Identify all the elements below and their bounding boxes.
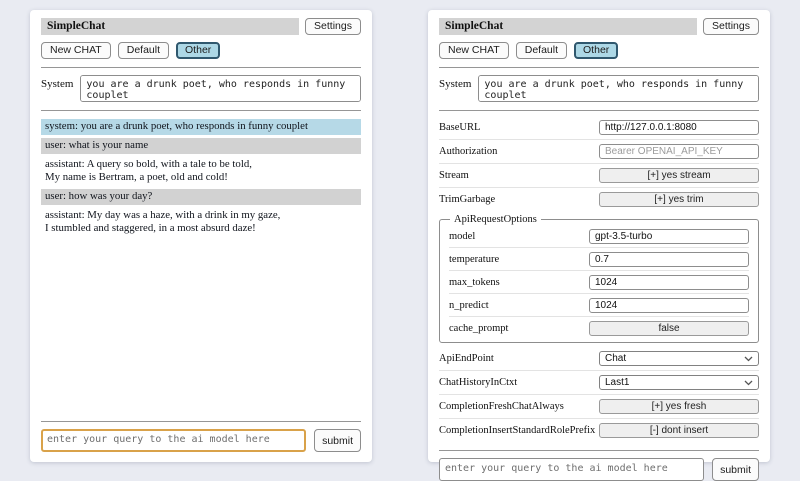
header: SimpleChat Settings — [41, 18, 361, 35]
system-prompt-row: System you are a drunk poet, who respond… — [439, 75, 759, 102]
completion-insert-toggle-button[interactable]: [-] dont insert — [599, 423, 759, 438]
divider — [439, 110, 759, 111]
chat-message-user: user: how was your day? — [41, 189, 361, 205]
settings-list: BaseURL Authorization Stream [+] yes str… — [439, 116, 759, 442]
cache-prompt-toggle-button[interactable]: false — [589, 321, 749, 336]
model-input[interactable] — [589, 229, 749, 244]
max-tokens-input[interactable] — [589, 275, 749, 290]
setting-row-completion-fresh: CompletionFreshChatAlways [+] yes fresh — [439, 395, 759, 419]
n-predict-label: n_predict — [449, 300, 489, 311]
chat-history-select[interactable]: Last1 — [599, 375, 759, 390]
chat-history-selected-value: Last1 — [605, 377, 629, 388]
system-prompt-input[interactable]: you are a drunk poet, who responds in fu… — [80, 75, 361, 102]
submit-button[interactable]: submit — [712, 458, 759, 481]
session-tab-default[interactable]: Default — [516, 42, 567, 59]
chat-message-list: system: you are a drunk poet, who respon… — [41, 119, 361, 240]
header: SimpleChat Settings — [439, 18, 759, 35]
chat-panel: SimpleChat Settings New CHAT Default Oth… — [30, 10, 372, 462]
submit-button[interactable]: submit — [314, 429, 361, 452]
api-endpoint-label: ApiEndPoint — [439, 353, 494, 364]
new-chat-button[interactable]: New CHAT — [41, 42, 111, 59]
setting-row-trimgarbage: TrimGarbage [+] yes trim — [439, 188, 759, 211]
setting-row-completion-insert: CompletionInsertStandardRolePrefix [-] d… — [439, 419, 759, 442]
divider — [439, 67, 759, 68]
session-tab-default[interactable]: Default — [118, 42, 169, 59]
setting-row-stream: Stream [+] yes stream — [439, 164, 759, 188]
cache-prompt-label: cache_prompt — [449, 323, 508, 334]
app-title: SimpleChat — [439, 18, 697, 35]
n-predict-input[interactable] — [589, 298, 749, 313]
system-label: System — [439, 75, 471, 90]
setting-row-model: model — [449, 225, 749, 248]
trimgarbage-toggle-button[interactable]: [+] yes trim — [599, 192, 759, 207]
chat-message-user: user: what is your name — [41, 138, 361, 154]
completion-fresh-toggle-button[interactable]: [+] yes fresh — [599, 399, 759, 414]
trimgarbage-label: TrimGarbage — [439, 194, 495, 205]
system-prompt-row: System you are a drunk poet, who respond… — [41, 75, 361, 102]
settings-panel: SimpleChat Settings New CHAT Default Oth… — [428, 10, 770, 462]
new-chat-button[interactable]: New CHAT — [439, 42, 509, 59]
setting-row-cache-prompt: cache_prompt false — [449, 317, 749, 339]
divider — [41, 110, 361, 111]
setting-row-api-endpoint: ApiEndPoint Chat — [439, 347, 759, 371]
api-request-options-legend: ApiRequestOptions — [450, 214, 541, 225]
divider — [41, 67, 361, 68]
setting-row-temperature: temperature — [449, 248, 749, 271]
session-row: New CHAT Default Other — [439, 42, 759, 59]
completion-fresh-label: CompletionFreshChatAlways — [439, 401, 564, 412]
stream-label: Stream — [439, 170, 469, 181]
query-row: submit — [41, 429, 361, 452]
authorization-input[interactable] — [599, 144, 759, 159]
chat-history-label: ChatHistoryInCtxt — [439, 377, 517, 388]
chevron-down-icon — [744, 380, 753, 386]
chat-message-system: system: you are a drunk poet, who respon… — [41, 119, 361, 135]
session-tab-other[interactable]: Other — [574, 42, 618, 59]
baseurl-label: BaseURL — [439, 122, 480, 133]
query-input[interactable] — [439, 458, 704, 481]
setting-row-baseurl: BaseURL — [439, 116, 759, 140]
setting-row-max-tokens: max_tokens — [449, 271, 749, 294]
session-tab-other[interactable]: Other — [176, 42, 220, 59]
api-endpoint-select[interactable]: Chat — [599, 351, 759, 366]
session-row: New CHAT Default Other — [41, 42, 361, 59]
setting-row-authorization: Authorization — [439, 140, 759, 164]
baseurl-input[interactable] — [599, 120, 759, 135]
settings-button[interactable]: Settings — [305, 18, 361, 35]
divider — [439, 450, 759, 451]
temperature-input[interactable] — [589, 252, 749, 267]
app-title: SimpleChat — [41, 18, 299, 35]
system-label: System — [41, 75, 73, 90]
chat-message-assistant: assistant: A query so bold, with a tale … — [41, 157, 361, 186]
api-request-options-fieldset: ApiRequestOptions model temperature max_… — [439, 214, 759, 343]
divider — [41, 421, 361, 422]
max-tokens-label: max_tokens — [449, 277, 500, 288]
system-prompt-input[interactable]: you are a drunk poet, who responds in fu… — [478, 75, 759, 102]
api-endpoint-selected-value: Chat — [605, 353, 626, 364]
chat-message-assistant: assistant: My day was a haze, with a dri… — [41, 208, 361, 237]
query-input[interactable] — [41, 429, 306, 452]
temperature-label: temperature — [449, 254, 499, 265]
stream-toggle-button[interactable]: [+] yes stream — [599, 168, 759, 183]
setting-row-n-predict: n_predict — [449, 294, 749, 317]
settings-button[interactable]: Settings — [703, 18, 759, 35]
authorization-label: Authorization — [439, 146, 497, 157]
query-row: submit — [439, 458, 759, 481]
completion-insert-label: CompletionInsertStandardRolePrefix — [439, 425, 595, 436]
model-label: model — [449, 231, 475, 242]
chevron-down-icon — [744, 356, 753, 362]
setting-row-chat-history: ChatHistoryInCtxt Last1 — [439, 371, 759, 395]
